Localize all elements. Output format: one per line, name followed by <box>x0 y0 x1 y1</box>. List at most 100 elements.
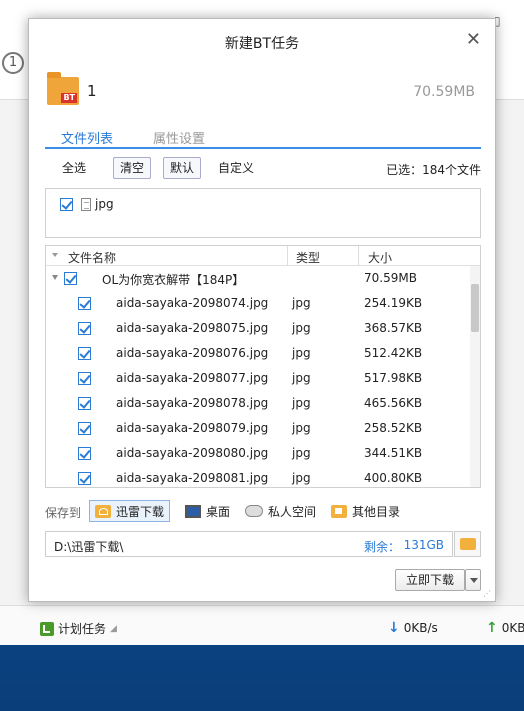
column-divider[interactable] <box>287 246 288 266</box>
save-option-desktop[interactable]: 桌面 <box>179 500 236 522</box>
save-to-label: 保存到 <box>45 506 82 520</box>
row-checkbox[interactable] <box>78 347 91 360</box>
row-checkbox[interactable] <box>78 297 91 310</box>
desktop-icon <box>185 504 201 518</box>
dialog-tabs: 文件列表 属性设置 <box>45 127 481 149</box>
thunder-folder-icon <box>95 504 111 518</box>
free-space-label: 剩余： <box>363 540 400 554</box>
column-size[interactable]: 大小 <box>368 249 392 266</box>
save-option-label: 桌面 <box>206 504 231 519</box>
folder-icon <box>459 538 476 550</box>
file-size: 368.57KB <box>364 321 423 335</box>
file-icon <box>81 197 91 211</box>
status-bar: 计划任务 ◢ ↓ 0KB/s ↑ 0KB <box>0 605 524 645</box>
download-speed: ↓ 0KB/s <box>388 620 438 636</box>
bt-folder-icon: BT <box>47 72 79 105</box>
file-type: jpg <box>292 371 311 385</box>
sort-icon <box>52 253 58 257</box>
file-type: jpg <box>292 421 311 435</box>
bt-badge: BT <box>61 93 77 103</box>
file-name: aida-sayaka-2098077.jpg <box>116 371 269 385</box>
table-row[interactable]: aida-sayaka-2098075.jpg jpg 368.57KB <box>46 316 466 341</box>
new-bt-task-dialog: 新建BT任务 ✕ BT 1 70.59MB 文件列表 属性设置 全选 清空 默认… <box>28 18 496 602</box>
file-name: aida-sayaka-2098079.jpg <box>116 421 269 435</box>
filter-jpg-label: jpg <box>95 197 114 211</box>
file-name: aida-sayaka-2098075.jpg <box>116 321 269 335</box>
maximize-icon[interactable]: ▯ <box>494 14 524 28</box>
select-all-button[interactable]: 全选 <box>55 157 93 179</box>
folder-checkbox[interactable] <box>64 272 77 285</box>
download-now-button[interactable]: 立即下载 <box>395 569 465 591</box>
row-checkbox[interactable] <box>78 472 91 485</box>
filter-jpg[interactable]: jpg <box>60 197 114 211</box>
folder-size: 70.59MB <box>364 271 417 285</box>
save-path-field[interactable]: D:\迅雷下载\ 剩余： 131GB <box>45 531 453 557</box>
custom-button[interactable]: 自定义 <box>211 157 261 179</box>
table-row[interactable]: aida-sayaka-2098076.jpg jpg 512.42KB <box>46 341 466 366</box>
tab-file-list[interactable]: 文件列表 <box>61 128 113 147</box>
background-window-controls[interactable]: ▯ <box>494 14 524 28</box>
file-size: 254.19KB <box>364 296 423 310</box>
row-checkbox[interactable] <box>78 447 91 460</box>
table-row[interactable]: aida-sayaka-2098078.jpg jpg 465.56KB <box>46 391 466 416</box>
plan-task-button[interactable]: 计划任务 ◢ <box>40 620 117 637</box>
upload-arrow-icon: ↑ <box>486 620 498 636</box>
save-path: D:\迅雷下载\ <box>54 540 124 554</box>
resize-grip-icon[interactable]: ⋰ <box>483 589 493 599</box>
folder-row[interactable]: OL为你宽衣解带【184P】 70.59MB <box>46 266 466 291</box>
save-option-label: 迅雷下载 <box>116 504 165 519</box>
clear-button[interactable]: 清空 <box>113 157 152 179</box>
selected-count: 已选：184个文件 <box>386 163 481 177</box>
download-options-dropdown[interactable] <box>465 569 481 591</box>
cloud-icon <box>245 505 263 517</box>
caret-icon: ◢ <box>110 623 117 634</box>
download-arrow-icon: ↓ <box>388 620 400 636</box>
table-scrollbar[interactable] <box>470 266 480 487</box>
table-row[interactable]: aida-sayaka-2098080.jpg jpg 344.51KB <box>46 441 466 466</box>
file-table: 文件名称 类型 大小 OL为你宽衣解带【184P】 70.59MB aida-s… <box>45 245 481 488</box>
scroll-thumb[interactable] <box>471 284 479 332</box>
dialog-title: 新建BT任务 <box>224 36 300 52</box>
save-location-row: 保存到 迅雷下载 桌面 私人空间 其他目录 <box>45 498 481 524</box>
file-type: jpg <box>292 471 311 485</box>
column-name[interactable]: 文件名称 <box>68 249 116 266</box>
row-checkbox[interactable] <box>78 397 91 410</box>
table-header: 文件名称 类型 大小 <box>46 246 480 266</box>
file-size: 465.56KB <box>364 396 423 410</box>
save-option-thunder[interactable]: 迅雷下载 <box>89 500 171 522</box>
table-row[interactable]: aida-sayaka-2098081.jpg jpg 400.80KB <box>46 466 466 487</box>
folder-icon <box>331 504 347 518</box>
plan-task-label: 计划任务 <box>58 622 107 636</box>
row-checkbox[interactable] <box>78 422 91 435</box>
save-option-label: 其他目录 <box>352 504 401 519</box>
filter-jpg-checkbox[interactable] <box>60 197 73 211</box>
folder-name: OL为你宽衣解带【184P】 <box>102 273 245 287</box>
task-size: 70.59MB <box>413 84 475 100</box>
close-icon[interactable]: ✕ <box>466 29 481 50</box>
table-row[interactable]: aida-sayaka-2098077.jpg jpg 517.98KB <box>46 366 466 391</box>
column-divider[interactable] <box>358 246 359 266</box>
table-row[interactable]: aida-sayaka-2098074.jpg jpg 254.19KB <box>46 291 466 316</box>
table-row[interactable]: aida-sayaka-2098079.jpg jpg 258.52KB <box>46 416 466 441</box>
row-checkbox[interactable] <box>78 372 91 385</box>
history-icon[interactable]: 1 <box>2 52 24 74</box>
collapse-icon[interactable] <box>52 275 58 280</box>
calendar-icon <box>40 621 54 636</box>
browse-folder-button[interactable] <box>454 531 481 557</box>
file-size: 517.98KB <box>364 371 423 385</box>
tab-properties[interactable]: 属性设置 <box>153 128 205 147</box>
file-size: 258.52KB <box>364 421 423 435</box>
download-speed-value: 0KB/s <box>403 621 438 635</box>
column-type[interactable]: 类型 <box>296 249 320 266</box>
file-size: 400.80KB <box>364 471 423 485</box>
file-type: jpg <box>292 396 311 410</box>
file-type: jpg <box>292 446 311 460</box>
file-name: aida-sayaka-2098080.jpg <box>116 446 269 460</box>
file-name: aida-sayaka-2098081.jpg <box>116 471 269 485</box>
row-checkbox[interactable] <box>78 322 91 335</box>
save-option-other[interactable]: 其他目录 <box>325 500 406 522</box>
task-name: 1 <box>87 82 97 100</box>
save-option-private[interactable]: 私人空间 <box>239 500 322 522</box>
extension-filter: jpg <box>45 188 481 238</box>
default-button[interactable]: 默认 <box>163 157 202 179</box>
